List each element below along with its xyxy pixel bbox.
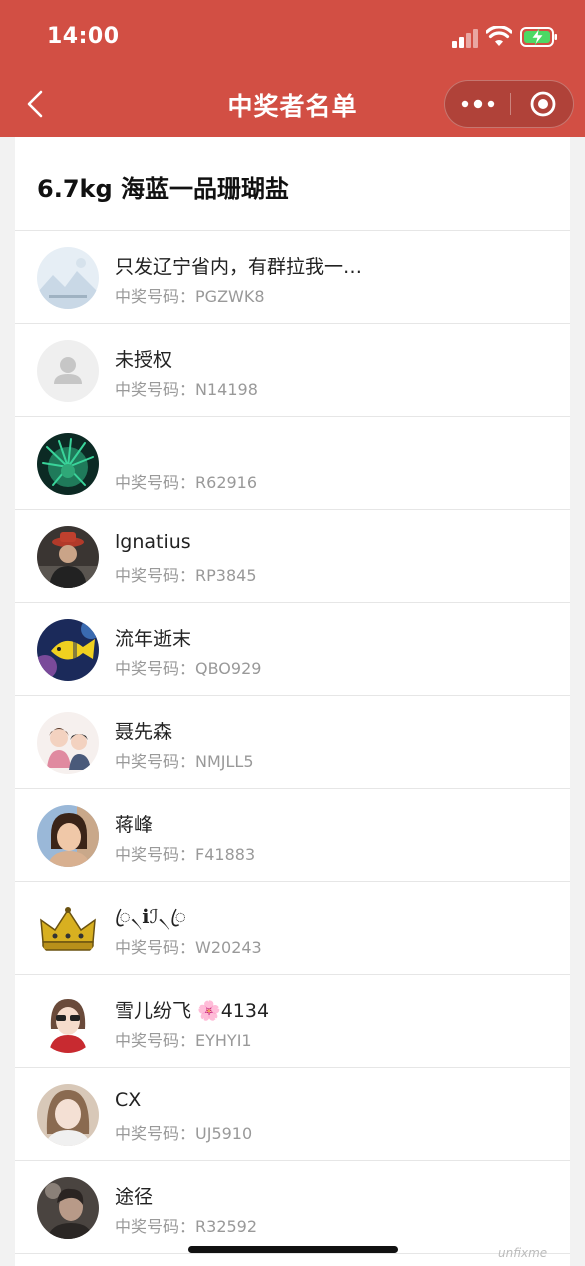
winning-code-value: R62916 <box>195 473 258 492</box>
winning-code: 中奖号码：UJ5910 <box>115 1120 252 1144</box>
winner-row[interactable]: 流年逝末 中奖号码：QBO929 <box>15 603 570 696</box>
winning-code-value: NMJLL5 <box>195 752 254 771</box>
winning-code: 中奖号码：W20243 <box>115 934 262 958</box>
mini-program-capsule <box>444 80 574 128</box>
winning-code-value: PGZWK8 <box>195 287 265 306</box>
placeholder-image-icon <box>37 247 99 309</box>
winning-code-label: 中奖号码： <box>115 1031 196 1050</box>
winner-name: 蒋峰 <box>115 814 154 836</box>
winning-code-label: 中奖号码： <box>115 752 196 771</box>
winner-name: lgnatius <box>115 531 191 553</box>
winning-code: 中奖号码：R32592 <box>115 1213 257 1237</box>
sea-anemone-photo <box>37 433 99 495</box>
winning-code-label: 中奖号码： <box>115 566 196 585</box>
child-photo <box>37 805 99 867</box>
winning-code: 中奖号码：RP3845 <box>115 562 257 586</box>
winner-name: 途径 <box>115 1186 154 1208</box>
cartoon-couple-photo <box>37 712 99 774</box>
winner-name: CX <box>115 1089 142 1111</box>
winner-row[interactable]: ꦿ৲ℹ︎ℐ৲ꦿ 中奖号码：W20243 <box>15 882 570 975</box>
winning-code-value: QBO929 <box>195 659 262 678</box>
winner-list: 只发辽宁省内，有群拉我一… 中奖号码：PGZWK8 未授权 中奖号码：N1419… <box>15 231 570 1254</box>
person-in-hat-photo <box>37 526 99 588</box>
girl-portrait-photo <box>37 1084 99 1146</box>
wifi-icon <box>486 26 512 46</box>
winner-row[interactable]: 中奖号码：R62916 <box>15 417 570 510</box>
winner-row[interactable]: 未授权 中奖号码：N14198 <box>15 324 570 417</box>
winning-code: 中奖号码：R62916 <box>115 469 257 493</box>
winner-list-card: 6.7kg 海蓝一品珊瑚盐 只发辽宁省内，有群拉我一… 中奖号码：PGZWK8 <box>15 137 570 1266</box>
winning-code-value: W20243 <box>195 938 262 957</box>
crown-icon <box>37 898 99 960</box>
dark-portrait-photo <box>37 1177 99 1239</box>
winning-code-value: R32592 <box>195 1217 258 1236</box>
winner-name: 流年逝末 <box>115 628 192 650</box>
winning-code-label: 中奖号码： <box>115 659 196 678</box>
winner-row[interactable]: 蒋峰 中奖号码：F41883 <box>15 789 570 882</box>
close-mini-program-button[interactable] <box>511 81 574 127</box>
more-button[interactable] <box>445 81 510 127</box>
winning-code-label: 中奖号码： <box>115 938 196 957</box>
winner-name: 雪儿纷飞 🌸4134 <box>115 1000 270 1022</box>
winner-name: 只发辽宁省内，有群拉我一… <box>115 256 363 278</box>
winning-code-label: 中奖号码： <box>115 380 196 399</box>
target-circle-icon <box>530 91 555 117</box>
home-indicator <box>188 1246 398 1253</box>
winner-row[interactable]: 雪儿纷飞 🌸4134 中奖号码：EYHYI1 <box>15 975 570 1068</box>
winner-row[interactable]: lgnatius 中奖号码：RP3845 <box>15 510 570 603</box>
winning-code-value: RP3845 <box>195 566 257 585</box>
winning-code: 中奖号码：QBO929 <box>115 655 261 679</box>
winner-row[interactable]: 只发辽宁省内，有群拉我一… 中奖号码：PGZWK8 <box>15 231 570 324</box>
winning-code: 中奖号码：NMJLL5 <box>115 748 254 772</box>
winning-code-label: 中奖号码： <box>115 287 196 306</box>
watermark: unfixme <box>498 1246 548 1260</box>
prize-title: 6.7kg 海蓝一品珊瑚盐 <box>15 137 570 231</box>
winning-code: 中奖号码：PGZWK8 <box>115 283 265 307</box>
winning-code-value: UJ5910 <box>195 1124 253 1143</box>
winning-code: 中奖号码：EYHYI1 <box>115 1027 252 1051</box>
winning-code-label: 中奖号码： <box>115 845 196 864</box>
winning-code-value: N14198 <box>195 380 258 399</box>
status-time: 14:00 <box>47 24 120 49</box>
winning-code: 中奖号码：N14198 <box>115 376 258 400</box>
winning-code-value: EYHYI1 <box>195 1031 252 1050</box>
winning-code-label: 中奖号码： <box>115 1217 196 1236</box>
winning-code-label: 中奖号码： <box>115 473 196 492</box>
winner-row[interactable]: 途径 中奖号码：R32592 <box>15 1161 570 1254</box>
winner-name: 聂先森 <box>115 721 173 743</box>
battery-charging-icon <box>520 27 557 47</box>
winner-row[interactable]: CX 中奖号码：UJ5910 <box>15 1068 570 1161</box>
winning-code: 中奖号码：F41883 <box>115 841 255 865</box>
top-bar: 14:00 中奖者名单 <box>0 0 585 137</box>
cartoon-girl-photo <box>37 991 99 1053</box>
default-user-icon <box>37 340 99 402</box>
winning-code-label: 中奖号码： <box>115 1124 196 1143</box>
signal-icon <box>452 29 478 48</box>
winning-code-value: F41883 <box>195 845 256 864</box>
yellow-fish-photo <box>37 619 99 681</box>
winner-name: 未授权 <box>115 349 173 371</box>
winner-row[interactable]: 聂先森 中奖号码：NMJLL5 <box>15 696 570 789</box>
more-dots-icon <box>461 99 494 109</box>
